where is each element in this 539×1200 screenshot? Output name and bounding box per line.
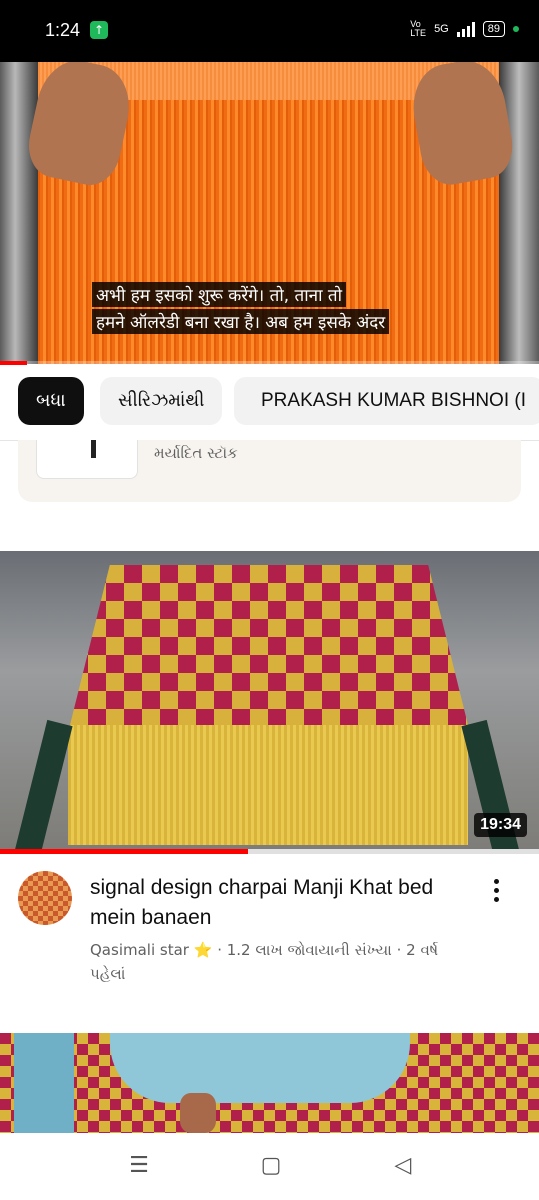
filter-chips-bar: બધા સીરિઝમાંથી PRAKASH KUMAR BISHNOI (I [0,365,539,441]
channel-avatar[interactable] [18,871,72,925]
star-badge-icon: ⭐ [193,941,213,959]
thumbnail-cot-pattern [70,565,468,725]
privacy-dot-icon [513,26,519,32]
signal-icon [456,21,475,37]
status-indicators: Vo LTE 5G 89 [410,20,519,38]
status-time: 1:24 [45,20,81,40]
back-icon[interactable]: ◁ [383,1151,423,1181]
chip-all[interactable]: બધા [18,377,84,425]
product-stock-label: મર્યાદિત સ્ટૉક [154,444,238,462]
video-loom-frame-left [0,62,38,364]
more-options-button[interactable] [486,876,506,904]
home-icon[interactable]: ▢ [251,1151,291,1181]
chip-channel[interactable]: PRAKASH KUMAR BISHNOI (I [234,377,539,425]
status-bar: 1:24 ↑ Vo LTE 5G 89 [0,0,539,62]
next-thumbnail-arm [14,1033,74,1133]
volte-icon: Vo LTE [410,19,427,38]
thumbnail-cot-leg-left [13,719,73,851]
watched-progress-bar [0,849,539,854]
more-dot-icon [493,888,499,893]
watched-progress-fill [0,849,248,854]
next-thumbnail-person [110,1033,410,1103]
battery-icon: 89 [482,21,505,37]
system-nav-bar: ☰ ▢ ◁ [0,1133,539,1200]
video-duration-badge: 19:34 [474,813,527,837]
video-subtitles: अभी हम इसको शुरू करेंगे। तो, ताना तो हमन… [92,282,390,336]
more-dot-icon [493,897,499,902]
product-thumbnail [36,440,138,479]
menu-icon[interactable]: ☰ [119,1151,159,1181]
chip-from-series[interactable]: સીરિઝમાંથી [100,377,223,425]
next-thumbnail-foot [180,1093,216,1133]
network-label: 5G [434,23,449,35]
video-metadata: Qasimali star ⭐ · 1.2 લાખ જોવાયાની સંખ્ય… [90,938,470,986]
subtitle-line-1: अभी हम इसको शुरू करेंगे। तो, ताना तो [92,282,346,307]
next-video-thumbnail[interactable] [0,1033,539,1133]
video-title[interactable]: signal design charpai Manji Khat bed mei… [90,873,470,933]
video-player[interactable]: अभी हम इसको शुरू करेंगे। तो, ताना तो हमन… [0,62,539,364]
video-thumbnail[interactable]: 19:34 [0,551,539,851]
channel-name[interactable]: Qasimali star [90,941,189,959]
subtitle-line-2: हमने ऑलरेडी बना रखा है। अब हम इसके अंदर [92,309,390,334]
app-notification-icon: ↑ [90,21,108,39]
product-card[interactable]: મર્યાદિત સ્ટૉક [18,440,521,502]
more-dot-icon [493,879,499,884]
